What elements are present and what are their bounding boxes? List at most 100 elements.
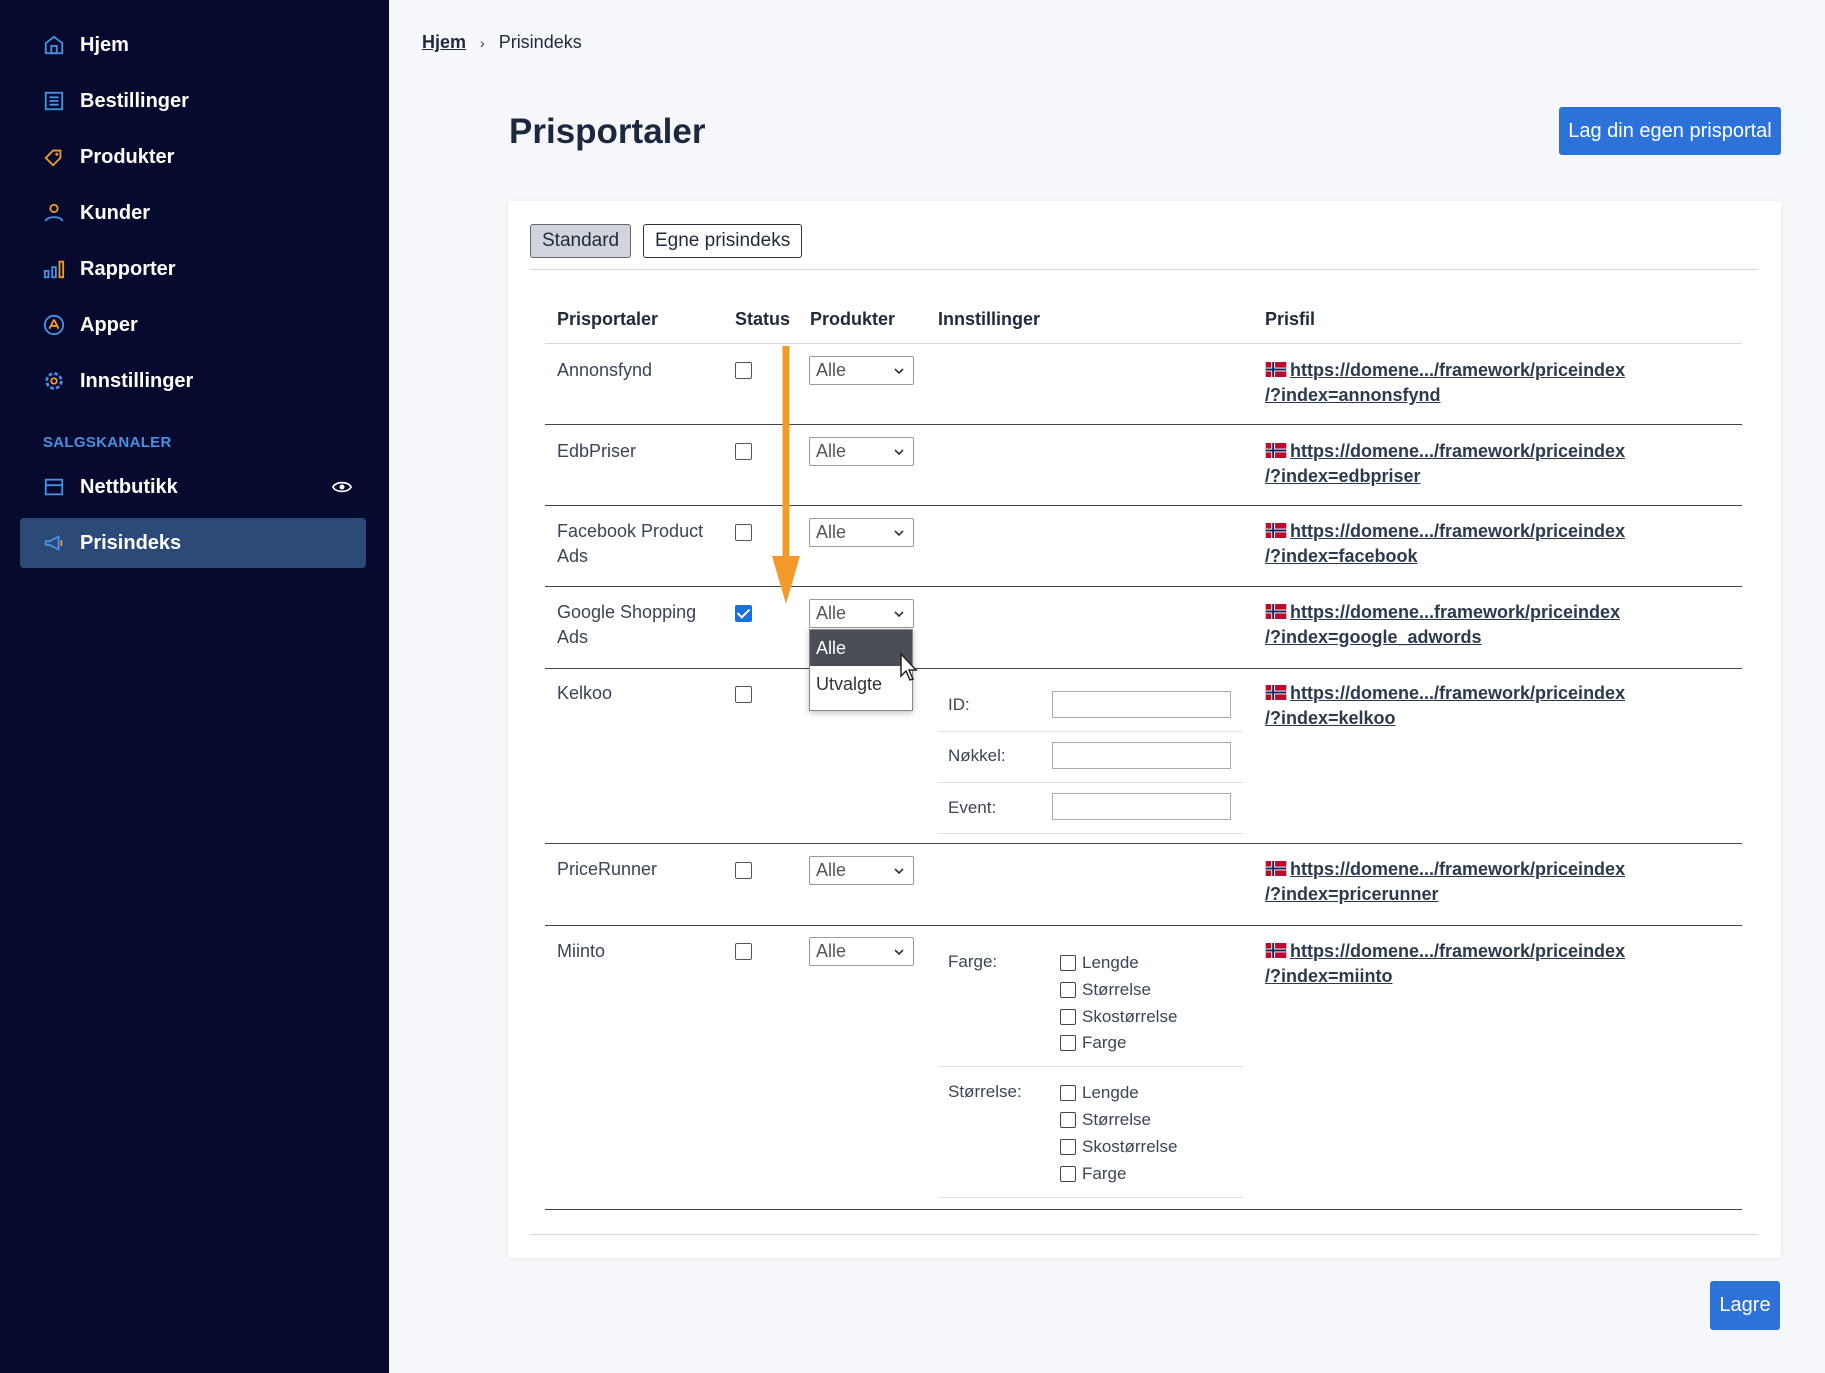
row-divider [545,668,1742,669]
breadcrumb: Hjem › Prisindeks [422,32,582,53]
select-value: Alle [816,522,847,542]
tab-egne-prisindeks[interactable]: Egne prisindeks [643,224,803,258]
pricefile-link[interactable]: https://domene.../framework/priceindex /?… [1265,358,1625,408]
sidebar-item-label: Nettbutikk [80,475,178,498]
save-button[interactable]: Lagre [1710,1281,1780,1330]
link-part: https://domene.../framework/priceindex [1290,859,1626,879]
divider [938,833,1243,834]
breadcrumb-home-link[interactable]: Hjem [422,32,466,53]
miinto-size-option[interactable]: Farge [1060,1164,1126,1184]
option-checkbox[interactable] [1060,1139,1076,1155]
create-portal-button[interactable]: Lag din egen prisportal [1559,107,1781,155]
option-checkbox[interactable] [1060,1035,1076,1051]
col-header-settings: Innstillinger [938,309,1041,329]
sidebar-item-innstillinger[interactable]: Innstillinger [20,356,366,406]
status-checkbox[interactable] [735,443,752,460]
option-label: Størrelse [1082,980,1151,999]
status-checkbox[interactable] [735,943,752,960]
sidebar-item-kunder[interactable]: Kunder [20,188,366,238]
miinto-color-option[interactable]: Skostørrelse [1060,1007,1177,1027]
option-checkbox[interactable] [1060,1166,1076,1182]
option-checkbox[interactable] [1060,1085,1076,1101]
option-checkbox[interactable] [1060,955,1076,971]
miinto-size-option[interactable]: Lengde [1060,1083,1139,1103]
select-value: Alle [816,360,847,380]
select-value: Alle [816,603,847,623]
status-checkbox[interactable] [735,524,752,541]
col-header-status: Status [735,309,791,329]
portal-name: Annonsfynd [557,360,653,380]
breadcrumb-current: Prisindeks [498,32,582,52]
kelkoo-event-input[interactable] [1052,793,1231,820]
products-select[interactable]: Alle [809,599,914,628]
pricefile-link[interactable]: https://domene.../framework/priceindex /?… [1265,857,1625,907]
option-checkbox[interactable] [1060,982,1076,998]
miinto-color-option[interactable]: Lengde [1060,953,1139,973]
status-checkbox[interactable] [735,686,752,703]
pricefile-link[interactable]: https://domene.../framework/priceindex /?… [1265,519,1625,569]
option-label: Farge [1082,1164,1127,1183]
pricefile-link[interactable]: https://domene.../framework/priceindex /?… [1265,439,1625,489]
link-part: /?index=google_adwords [1265,627,1482,647]
sidebar-item-apper[interactable]: Apper [20,300,366,350]
sidebar-item-label: Prisindeks [80,531,182,554]
products-select[interactable]: Alle [809,856,914,885]
col-header-products: Produkter [810,309,896,329]
divider [938,782,1243,783]
sidebar-item-hjem[interactable]: Hjem [20,20,366,70]
status-checkbox[interactable] [735,862,752,879]
divider [938,1066,1243,1067]
kelkoo-key-input[interactable] [1052,742,1231,769]
home-icon [42,33,66,57]
pricefile-link[interactable]: https://domene.../framework/priceindex /?… [1265,681,1625,731]
pricefile-link[interactable]: https://domene.../framework/priceindex /?… [1265,939,1625,989]
link-part: /?index=miinto [1265,966,1393,986]
option-checkbox[interactable] [1060,1009,1076,1025]
option-label: Skostørrelse [1082,1007,1178,1026]
sidebar-item-label: Bestillinger [80,89,189,112]
annotation-arrow-icon [772,346,800,604]
products-dropdown-menu: Alle Utvalgte [809,629,918,711]
miinto-color-option[interactable]: Farge [1060,1033,1126,1053]
link-part: https://domene...framework/priceindex [1290,602,1621,622]
sidebar-item-produkter[interactable]: Produkter [20,132,366,182]
row-divider [545,424,1742,425]
dropdown-option-utvalgte[interactable]: Utvalgte [810,666,912,702]
miinto-size-option[interactable]: Størrelse [1060,1110,1151,1130]
col-header-pricefile: Prisfil [1265,309,1316,329]
products-select[interactable]: Alle [809,356,914,385]
section-label-salgskanaler: SALGSKANALER [43,434,172,451]
status-checkbox[interactable] [735,362,752,379]
chevron-down-icon [894,530,904,537]
portal-name: EdbPriser [557,441,637,461]
tag-icon [42,145,66,169]
products-select[interactable]: Alle [809,437,914,466]
miinto-color-option[interactable]: Størrelse [1060,980,1151,1000]
store-icon [42,475,66,499]
select-value: Alle [816,941,847,961]
link-part: https://domene.../framework/priceindex [1290,941,1626,961]
option-checkbox[interactable] [1060,1112,1076,1128]
sidebar-item-bestillinger[interactable]: Bestillinger [20,76,366,126]
eye-icon[interactable] [331,477,353,497]
kelkoo-id-input[interactable] [1052,691,1231,718]
tab-standard[interactable]: Standard [530,224,632,258]
sidebar-item-label: Kunder [80,201,150,224]
option-label: Lengde [1082,953,1139,972]
portal-card: Standard Egne prisindeks Prisportaler St… [508,201,1781,1258]
sidebar-item-prisindeks[interactable]: Prisindeks [20,518,366,568]
norway-flag-icon [1265,685,1287,700]
miinto-color-label: Farge: [948,952,998,971]
pricefile-link[interactable]: https://domene...framework/priceindex /?i… [1265,600,1620,650]
link-part: /?index=annonsfynd [1265,385,1441,405]
sidebar-item-nettbutikk[interactable]: Nettbutikk [20,462,366,512]
sidebar-item-rapporter[interactable]: Rapporter [20,244,366,294]
dropdown-option-alle[interactable]: Alle [810,630,912,666]
divider [938,1197,1243,1198]
status-checkbox[interactable] [735,605,752,622]
miinto-size-option[interactable]: Skostørrelse [1060,1137,1177,1157]
products-select[interactable]: Alle [809,518,914,547]
products-select[interactable]: Alle [809,937,914,966]
select-value: Alle [816,860,847,880]
user-icon [42,201,66,225]
